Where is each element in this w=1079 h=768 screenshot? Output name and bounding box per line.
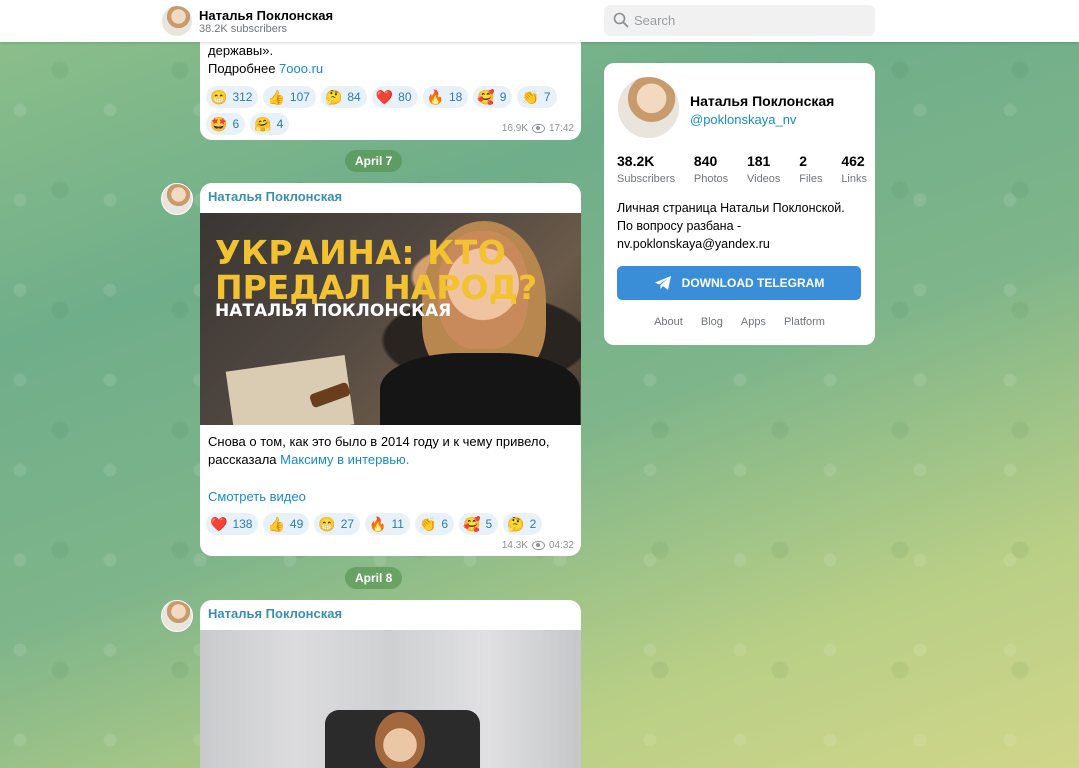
reaction-chip[interactable]: 🤗 4 [250,113,290,135]
reaction-chip[interactable]: 😁 312 [206,86,259,108]
video-thumbnail[interactable]: УКРАИНА: КТО ПРЕДАЛ НАРОД? НАТАЛЬЯ ПОКЛО… [200,213,581,425]
message-link[interactable]: 7ooo.ru [279,61,323,76]
message-text-line: Подробнее 7ooo.ru [208,61,324,76]
message-text-line: Снова о том, как это было в 2014 году и … [208,434,550,449]
date-separator: April 7 [345,150,403,172]
search-box[interactable] [604,5,875,36]
reaction-chip[interactable]: 😁 27 [314,513,361,535]
stat-subscribers: 38.2K Subscribers [617,153,676,185]
footer-links: About Blog Apps Platform [604,316,875,328]
view-count: 16.9K [501,123,528,134]
stat-photos[interactable]: 840 Photos [694,153,728,185]
photo-person [375,712,425,768]
telegram-icon [654,276,671,290]
message-photo[interactable] [200,630,581,768]
top-bar: Наталья Поклонская 38.2K subscribers [0,0,1079,42]
profile-name: Наталья Поклонская [690,93,835,109]
reaction-chip[interactable]: 👏 6 [414,513,455,535]
footer-link-blog[interactable]: Blog [701,316,723,328]
stat-links[interactable]: 462 Links [841,153,867,185]
channel-info-card: Наталья Поклонская @poklonskaya_nv 38.2K… [604,63,875,345]
reaction-chip[interactable]: ❤️ 138 [206,513,259,535]
message-author[interactable]: Наталья Поклонская [208,189,342,204]
thumbnail-body [380,353,580,425]
message-text-line: рассказала Максиму в интервью. [208,452,410,467]
search-icon [613,12,629,28]
reaction-chip[interactable]: 👍 49 [263,513,310,535]
channel-subscribers: 38.2K subscribers [199,23,288,35]
footer-link-about[interactable]: About [654,316,683,328]
download-label: DOWNLOAD TELEGRAM [681,276,825,290]
reactions: ❤️ 138 👍 49 😁 27 🔥 11 👏 6 🥰 5 🤔 2 [206,513,576,535]
footer-link-platform[interactable]: Platform [784,316,825,328]
eye-icon [531,124,545,133]
message-time: 17:42 [548,123,574,134]
message-bubble: державы». Подробнее 7ooo.ru 😁 312 👍 107 🤔 8… [200,30,581,140]
message-author[interactable]: Наталья Поклонская [208,606,342,621]
reaction-chip[interactable]: 👏 7 [517,86,557,108]
reaction-chip[interactable]: 🤔 2 [503,513,543,535]
stat-files[interactable]: 2 Files [799,153,822,185]
message-bubble: Наталья Поклонская УКРАИНА: КТО ПРЕДАЛ Н… [200,183,581,556]
channel-avatar[interactable] [161,5,193,37]
reaction-chip[interactable]: 🤩 6 [206,113,246,135]
profile-handle[interactable]: @poklonskaya_nv [690,112,796,127]
reaction-chip[interactable]: 🥰 5 [459,513,499,535]
profile-stats: 38.2K Subscribers 840 Photos 181 Videos 2 Fi… [617,153,867,185]
message-meta: 16.9K 17:42 [502,123,574,134]
channel-title[interactable]: Наталья Поклонская [199,8,333,23]
reaction-chip[interactable]: 🤔 84 [320,86,367,108]
message-meta: 14.3K 04:32 [502,540,574,551]
footer-link-apps[interactable]: Apps [741,316,766,328]
message-text-line: державы». [208,43,274,58]
eye-icon [531,541,545,550]
message-time: 04:32 [548,540,574,551]
reaction-chip[interactable]: 🔥 11 [365,513,410,535]
author-avatar[interactable] [161,183,193,215]
reaction-chip[interactable]: 👍 107 [263,86,316,108]
reaction-chip[interactable]: 🥰 9 [473,86,513,108]
search-input[interactable] [634,5,869,36]
message-link[interactable]: Максиму в интервью. [280,452,409,467]
date-separator: April 8 [345,567,403,589]
thumbnail-headline: УКРАИНА: КТО [215,233,507,272]
reaction-chip[interactable]: 🔥 18 [422,86,469,108]
watch-video-link[interactable]: Смотреть видео [208,489,306,504]
download-telegram-button[interactable]: DOWNLOAD TELEGRAM [617,266,861,300]
video-link-row: Смотреть видео [208,488,306,506]
view-count: 14.3K [501,540,528,551]
reaction-chip[interactable]: ❤️ 80 [371,86,418,108]
stat-videos[interactable]: 181 Videos [747,153,780,185]
profile-avatar[interactable] [617,76,680,139]
profile-description: Личная страница Натальи Поклонской. По в… [617,201,845,251]
thumbnail-subtitle: НАТАЛЬЯ ПОКЛОНСКАЯ [215,301,452,321]
author-avatar[interactable] [161,600,193,632]
message-bubble: Наталья Поклонская [200,600,581,768]
